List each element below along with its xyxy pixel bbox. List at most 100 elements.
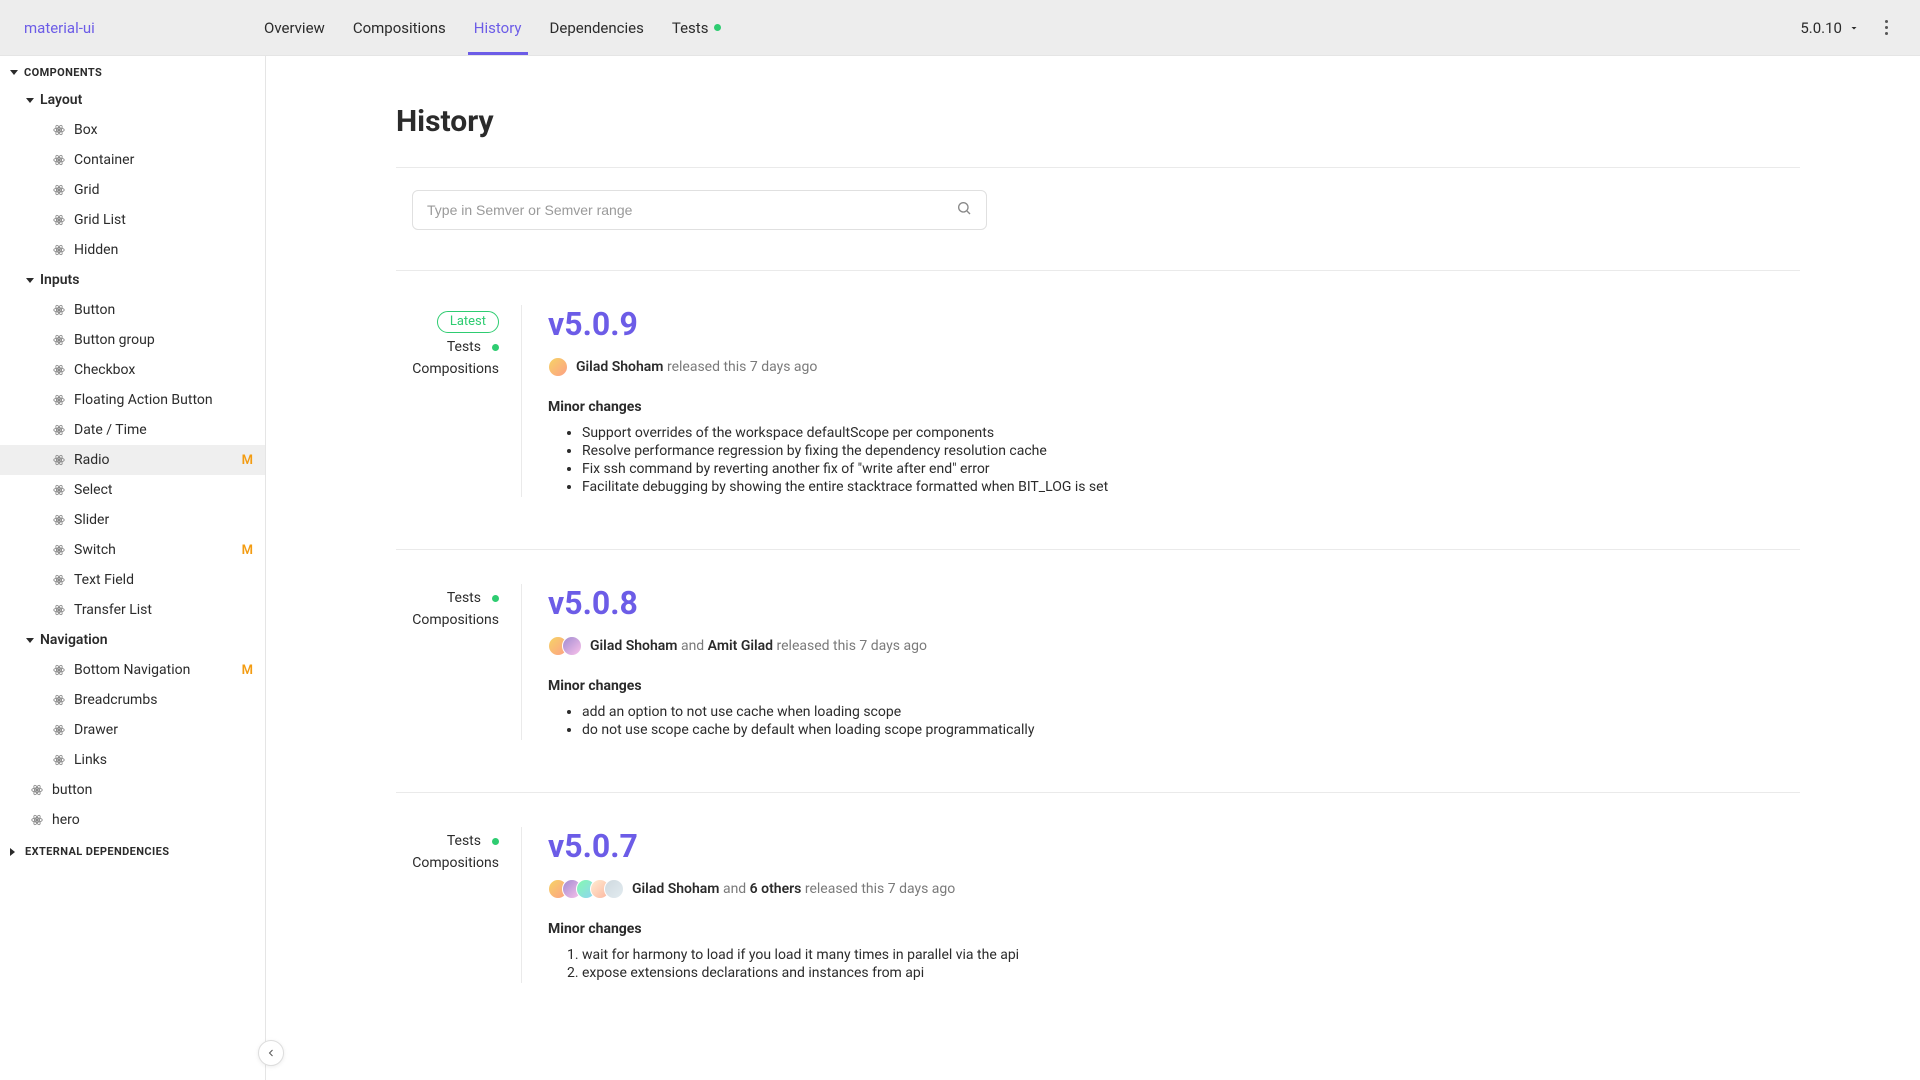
sidebar-item-button[interactable]: button — [0, 775, 265, 805]
chevron-down-icon — [26, 278, 34, 283]
sidebar-item-checkbox[interactable]: Checkbox — [0, 355, 265, 385]
sidebar-section-label: External Dependencies — [25, 845, 169, 858]
topbar: material-ui Overview Compositions History D… — [0, 0, 1920, 56]
sidebar-item-breadcrumbs[interactable]: Breadcrumbs — [0, 685, 265, 715]
sidebar-group-navigation[interactable]: Navigation — [0, 625, 265, 655]
sidebar-item-hidden[interactable]: Hidden — [0, 235, 265, 265]
sidebar-group-layout[interactable]: Layout — [0, 85, 265, 115]
sidebar-item-label: Checkbox — [74, 362, 135, 378]
release-text: Gilad Shoham and 6 others released this … — [632, 881, 955, 897]
modified-badge: M — [242, 663, 253, 678]
component-icon — [52, 723, 66, 737]
sidebar-item-box[interactable]: Box — [0, 115, 265, 145]
sidebar-item-drawer[interactable]: Drawer — [0, 715, 265, 745]
component-icon — [52, 303, 66, 317]
sidebar-item-select[interactable]: Select — [0, 475, 265, 505]
sidebar-item-label: Floating Action Button — [74, 392, 213, 408]
sidebar-item-label: Bottom Navigation — [74, 662, 190, 678]
sidebar-collapse-handle[interactable] — [258, 1040, 284, 1066]
chevron-down-icon — [1848, 22, 1860, 34]
semver-search-input[interactable] — [427, 202, 956, 218]
sidebar-item-grid[interactable]: Grid — [0, 175, 265, 205]
sidebar-section-components[interactable]: Components — [0, 56, 265, 85]
compositions-link[interactable]: Compositions — [412, 855, 499, 871]
change-item: Support overrides of the workspace defau… — [582, 425, 1800, 441]
avatar — [562, 636, 582, 656]
brand-link[interactable]: material-ui — [24, 19, 264, 37]
change-item: Fix ssh command by reverting another fix… — [582, 461, 1800, 477]
change-list: Support overrides of the workspace defau… — [548, 425, 1800, 495]
sidebar-item-label: Box — [74, 122, 98, 138]
version-selector[interactable]: 5.0.10 — [1800, 19, 1860, 37]
component-icon — [52, 123, 66, 137]
sidebar-item-hero[interactable]: hero — [0, 805, 265, 835]
tab-compositions[interactable]: Compositions — [353, 0, 446, 55]
sidebar-item-button[interactable]: Button — [0, 295, 265, 325]
change-item: do not use scope cache by default when l… — [582, 722, 1800, 738]
component-icon — [52, 693, 66, 707]
tests-link[interactable]: Tests — [447, 833, 499, 849]
chevron-right-icon — [10, 848, 19, 856]
meta-label: Tests — [447, 339, 481, 355]
topbar-right: 5.0.10 — [1800, 18, 1896, 38]
sidebar-group-inputs[interactable]: Inputs — [0, 265, 265, 295]
version-meta: Tests Compositions — [396, 827, 522, 983]
sidebar-item-label: Hidden — [74, 242, 118, 258]
sidebar-item-bottom-navigation[interactable]: Bottom Navigation M — [0, 655, 265, 685]
sidebar-section-external[interactable]: External Dependencies — [0, 835, 265, 864]
tests-link[interactable]: Tests — [447, 590, 499, 606]
changes-section-title: Minor changes — [548, 678, 1800, 694]
sidebar-item-container[interactable]: Container — [0, 145, 265, 175]
sidebar-group-label: Navigation — [40, 632, 108, 648]
sidebar-item-radio[interactable]: RadioM — [0, 445, 265, 475]
chevron-down-icon — [26, 638, 34, 643]
change-item: expose extensions declarations and insta… — [582, 965, 1800, 981]
component-icon — [52, 483, 66, 497]
component-icon — [52, 183, 66, 197]
tab-tests[interactable]: Tests — [672, 0, 722, 55]
modified-badge: M — [242, 453, 253, 468]
meta-label: Tests — [447, 833, 481, 849]
component-icon — [52, 453, 66, 467]
meta-label: Tests — [447, 590, 481, 606]
more-menu[interactable] — [1876, 18, 1896, 38]
component-icon — [52, 513, 66, 527]
component-icon — [52, 543, 66, 557]
tab-history[interactable]: History — [474, 0, 522, 55]
version-meta: Tests Compositions — [396, 584, 522, 740]
tests-link[interactable]: Tests — [447, 339, 499, 355]
sidebar-item-switch[interactable]: SwitchM — [0, 535, 265, 565]
change-list: wait for harmony to load if you load it … — [548, 947, 1800, 981]
change-item: add an option to not use cache when load… — [582, 704, 1800, 720]
compositions-link[interactable]: Compositions — [412, 361, 499, 377]
component-icon — [52, 333, 66, 347]
sidebar-item-label: Button — [74, 302, 115, 318]
version-label: 5.0.10 — [1800, 19, 1842, 37]
version-row: TestsCompositionsv5.0.8Gilad Shoham and … — [396, 549, 1800, 792]
sidebar-item-text-field[interactable]: Text Field — [0, 565, 265, 595]
version-body: v5.0.9Gilad Shoham released this 7 days … — [522, 305, 1800, 497]
tab-dependencies[interactable]: Dependencies — [550, 0, 644, 55]
compositions-link[interactable]: Compositions — [412, 612, 499, 628]
sidebar-item-slider[interactable]: Slider — [0, 505, 265, 535]
version-tag[interactable]: v5.0.7 — [548, 827, 1800, 865]
divider — [396, 167, 1800, 168]
chevron-down-icon — [26, 98, 34, 103]
change-item: wait for harmony to load if you load it … — [582, 947, 1800, 963]
component-icon — [52, 423, 66, 437]
semver-search[interactable] — [412, 190, 987, 230]
chevron-down-icon — [10, 70, 18, 75]
sidebar-item-links[interactable]: Links — [0, 745, 265, 775]
sidebar-item-label: Grid List — [74, 212, 126, 228]
sidebar-item-label: Select — [74, 482, 112, 498]
component-icon — [52, 153, 66, 167]
version-tag[interactable]: v5.0.9 — [548, 305, 1800, 343]
version-tag[interactable]: v5.0.8 — [548, 584, 1800, 622]
sidebar-item-button-group[interactable]: Button group — [0, 325, 265, 355]
tab-overview[interactable]: Overview — [264, 0, 325, 55]
sidebar-item-date-time[interactable]: Date / Time — [0, 415, 265, 445]
sidebar-item-transfer-list[interactable]: Transfer List — [0, 595, 265, 625]
sidebar-item-label: Container — [74, 152, 134, 168]
sidebar-item-floating-action-button[interactable]: Floating Action Button — [0, 385, 265, 415]
sidebar-item-grid-list[interactable]: Grid List — [0, 205, 265, 235]
